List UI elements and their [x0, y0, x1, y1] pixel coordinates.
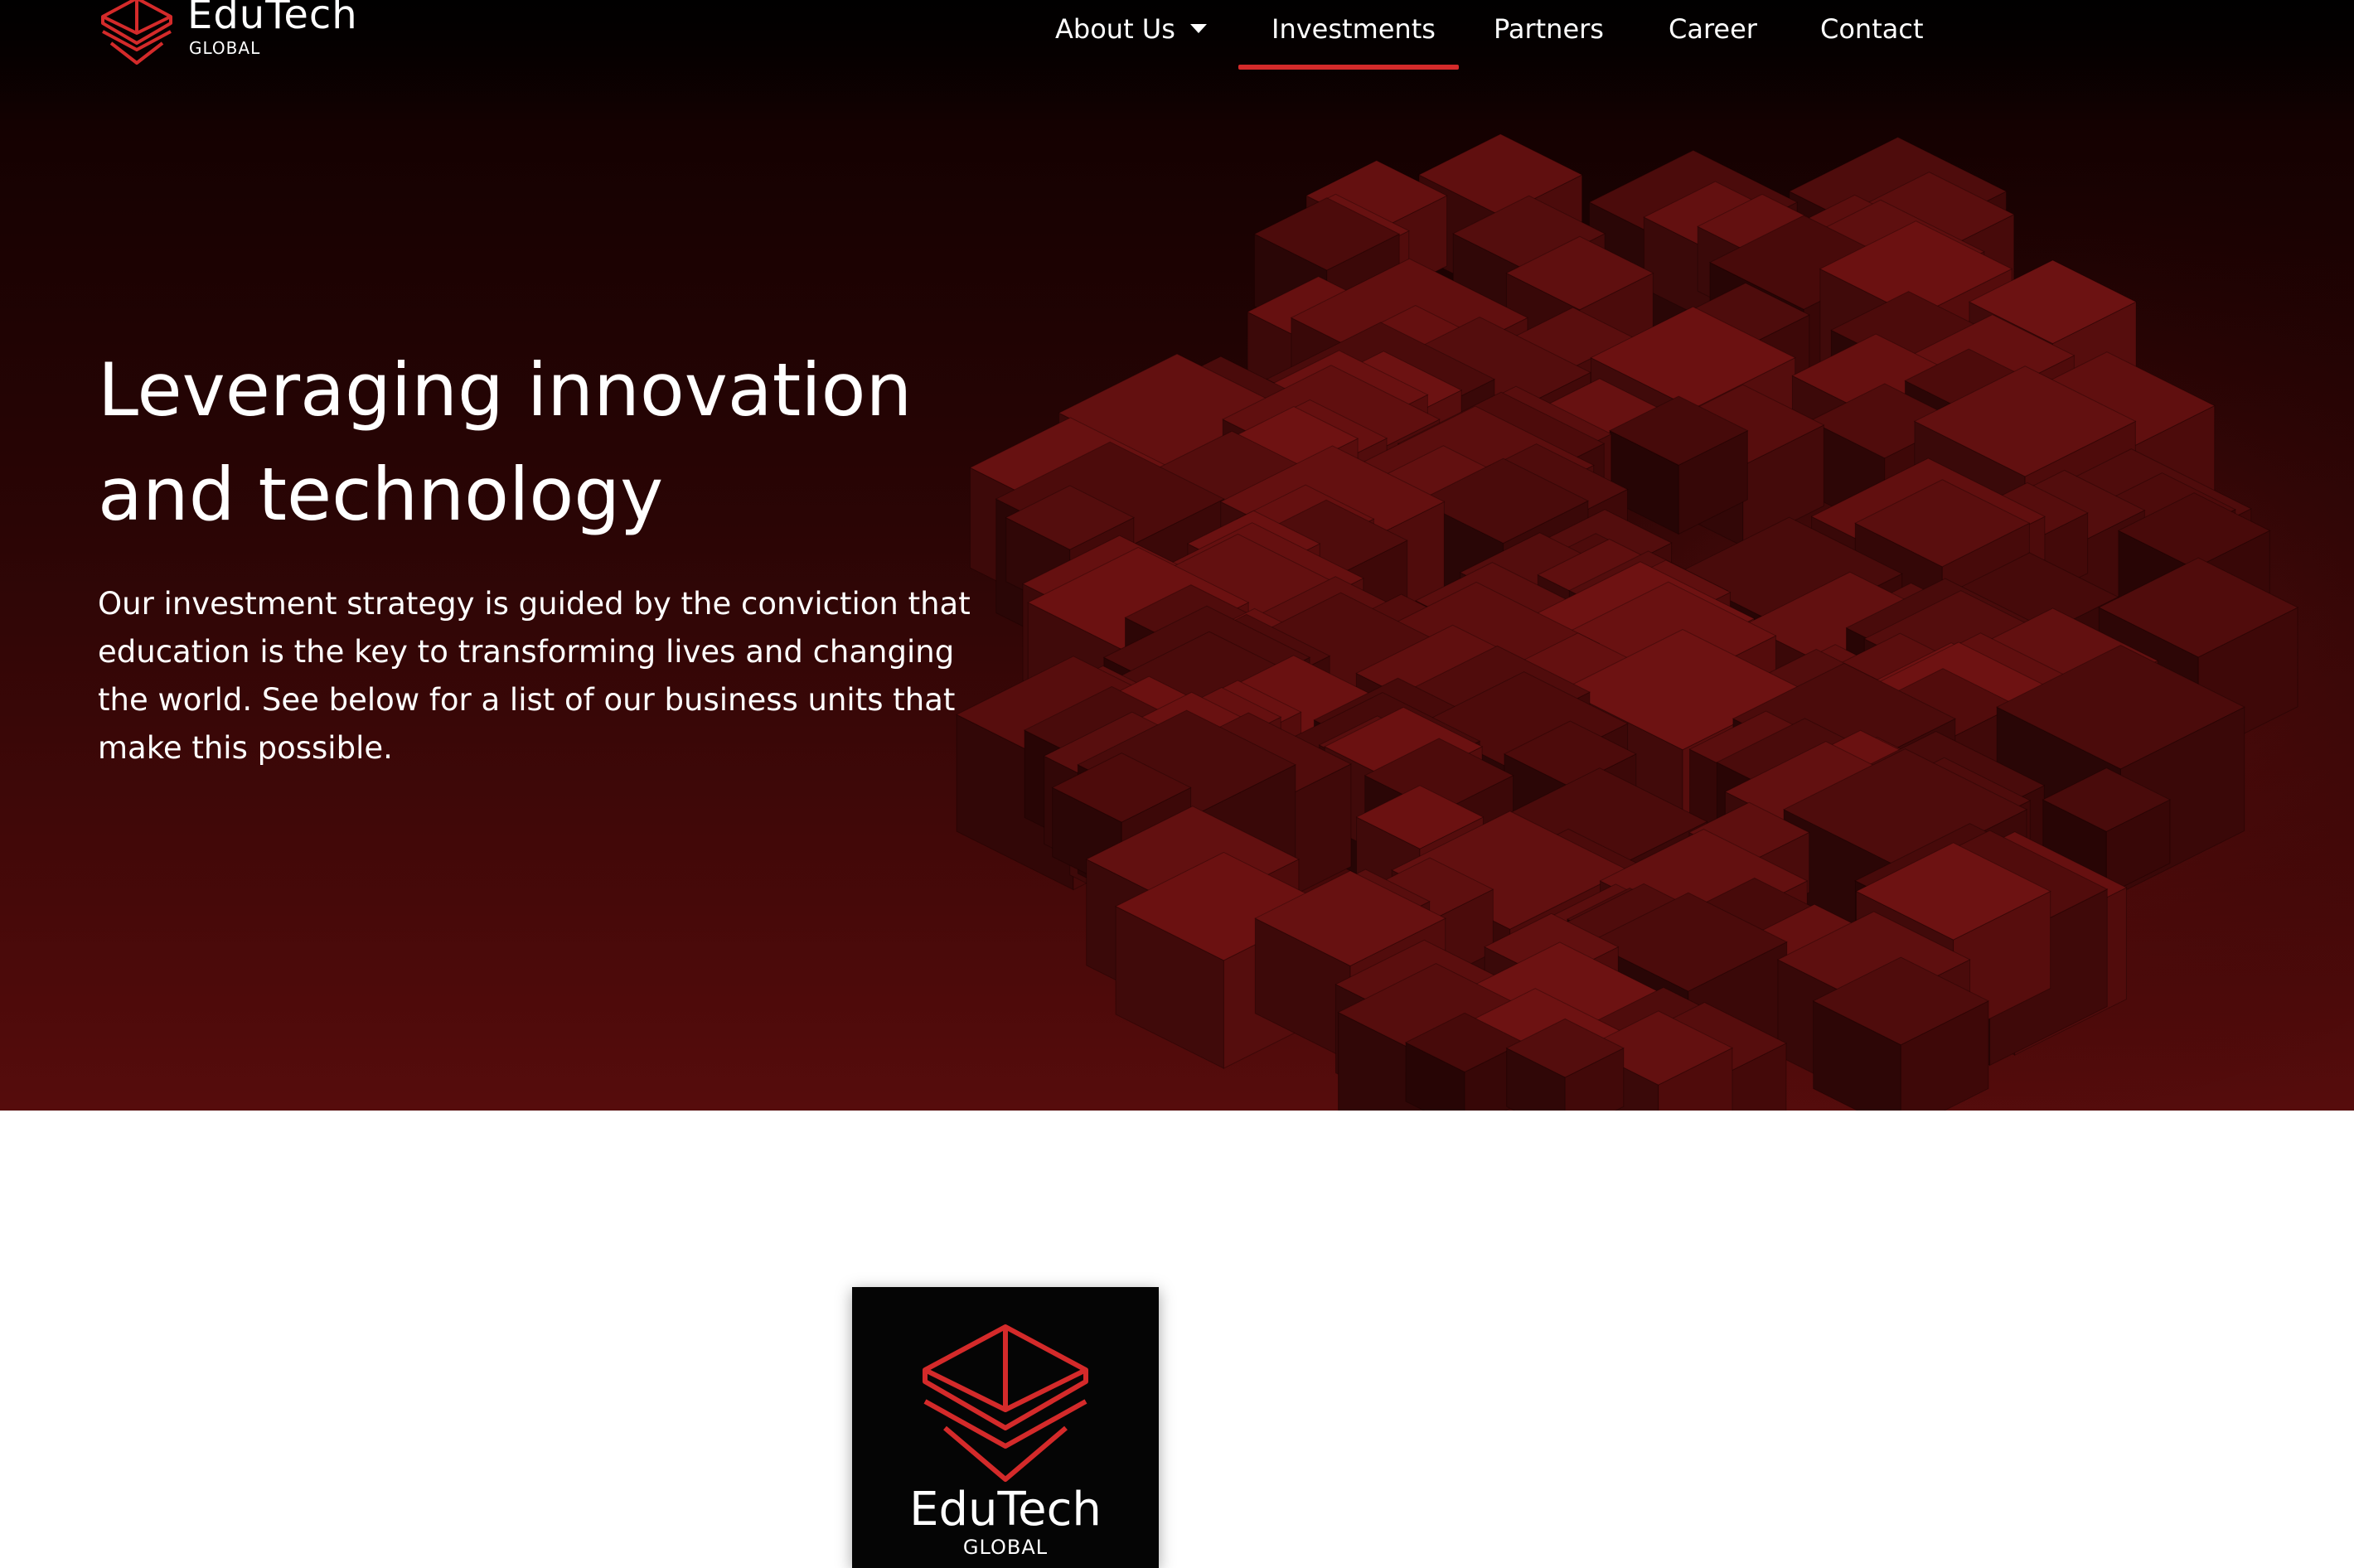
hero-section	[0, 0, 2354, 1111]
logo-subtitle: GLOBAL	[189, 38, 261, 58]
edutech-logo-icon	[923, 1324, 1088, 1482]
card-subtitle: GLOBAL	[962, 1536, 1049, 1559]
active-nav-indicator	[1238, 65, 1459, 70]
nav-item-investments[interactable]: Investments	[1271, 13, 1436, 45]
caret-down-icon[interactable]	[1189, 23, 1207, 33]
nav-item-career[interactable]: Career	[1669, 13, 1757, 45]
site-logo[interactable]: EduTech GLOBAL	[96, 0, 361, 66]
nav-item-label: Investments	[1271, 13, 1436, 45]
nav-item-partners[interactable]: Partners	[1494, 13, 1604, 45]
business-unit-card[interactable]: EduTech GLOBAL	[852, 1287, 1159, 1568]
nav-item-label: About Us	[1055, 13, 1175, 45]
nav-item-contact[interactable]: Contact	[1820, 13, 1924, 45]
nav-item-label: Partners	[1494, 13, 1604, 45]
logo-wordmark: EduTech	[187, 0, 358, 38]
hero-heading-line-2: and technology	[98, 452, 664, 537]
nav-item-label: Career	[1669, 13, 1757, 45]
hero-description: Our investment strategy is guided by the…	[98, 586, 971, 766]
edutech-logo-icon	[101, 0, 172, 65]
card-wordmark: EduTech	[909, 1483, 1102, 1537]
nav-item-about-us[interactable]: About Us	[1055, 13, 1207, 45]
nav-item-label: Contact	[1820, 13, 1924, 45]
hero-heading: Leveraging innovation and technology	[98, 338, 1092, 547]
hero-heading-line-1: Leveraging innovation	[98, 347, 913, 433]
cube-cluster-background	[953, 99, 2354, 1111]
